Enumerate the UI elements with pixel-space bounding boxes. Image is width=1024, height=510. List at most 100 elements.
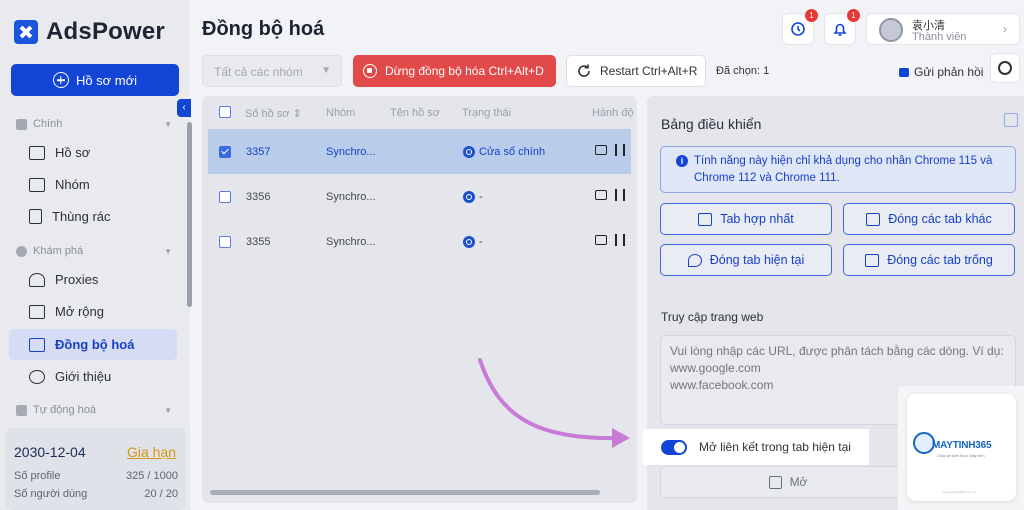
trash-icon: [29, 209, 42, 224]
restart-icon: [578, 64, 590, 77]
sliders-icon[interactable]: [615, 144, 625, 156]
expand-icon[interactable]: [1004, 113, 1018, 127]
profiles-usage-label: Số profile: [14, 470, 61, 482]
notif-badge: 1: [805, 9, 818, 22]
stop-icon: [363, 64, 377, 78]
notifications-button[interactable]: 1: [824, 9, 860, 45]
puzzle-icon: [29, 304, 45, 319]
profile-status: Cửa sổ chính: [463, 146, 545, 158]
sidebar-item-extensions[interactable]: Mở rộng: [9, 296, 177, 327]
user-menu[interactable]: 袁小清 Thành viên ›: [866, 13, 1020, 45]
row-checkbox[interactable]: [219, 236, 231, 248]
close-current-tab-button[interactable]: Đóng tab hiện tại: [660, 244, 832, 276]
settings-button[interactable]: [990, 53, 1020, 83]
feedback-label: Gửi phản hồi: [914, 65, 984, 79]
open-in-current-tab-setting[interactable]: Mở liên kết trong tab hiện tại: [643, 429, 869, 465]
profile-no: 3357: [246, 146, 271, 158]
watermark-brand: MAYTINH365: [932, 440, 992, 451]
section-explore[interactable]: Khám phá ▼: [16, 245, 172, 257]
web-access-label: Truy cập trang web: [661, 310, 764, 324]
update-button[interactable]: 1: [782, 9, 818, 45]
page-title: Đồng bộ hoá: [202, 18, 325, 40]
row-checkbox[interactable]: [219, 146, 231, 158]
sidebar-item-groups[interactable]: Nhóm: [9, 169, 177, 200]
chevron-right-icon: ›: [1003, 22, 1007, 36]
status-text: -: [479, 236, 483, 248]
sidebar-scrollbar[interactable]: [187, 122, 192, 307]
col-name: Tên hồ sơ: [390, 107, 441, 119]
profile-group: Synchro...: [326, 236, 376, 248]
chevron-down-icon: ▼: [164, 246, 172, 256]
row-checkbox[interactable]: [219, 191, 231, 203]
toggle-label: Mở liên kết trong tab hiện tại: [699, 440, 851, 454]
sliders-icon[interactable]: [615, 234, 625, 246]
status-text: -: [479, 191, 483, 203]
profiles-table: Số hồ sơ ⇕ Nhóm Tên hồ sơ Trạng thái Hàn…: [202, 96, 637, 503]
table-row[interactable]: 3356 Synchro... -: [208, 174, 631, 219]
refresh-clock-icon: [791, 22, 805, 36]
user-role: Thành viên: [912, 31, 967, 43]
open-in-current-tab-toggle[interactable]: [661, 439, 687, 455]
profile-group: Synchro...: [326, 146, 376, 158]
plus-circle-icon: [52, 72, 69, 88]
stop-sync-button[interactable]: Dừng đồng bộ hóa Ctrl+Alt+D: [353, 55, 556, 87]
chevron-down-icon: ▼: [321, 65, 331, 76]
new-profile-button[interactable]: Hồ sơ mới: [11, 64, 179, 96]
watermark-tagline: Chia sẻ kiến thức Máy tính: [937, 453, 985, 458]
sidebar-item-referral[interactable]: Giới thiệu: [9, 361, 177, 392]
table-row[interactable]: 3355 Synchro... -: [208, 219, 631, 264]
chat-icon: [899, 67, 909, 77]
open-urls-button[interactable]: Mở: [660, 466, 916, 498]
proxy-icon: [29, 272, 45, 287]
restart-button[interactable]: Restart Ctrl+Alt+R: [566, 55, 706, 87]
collapse-sidebar-button[interactable]: ‹: [177, 99, 191, 117]
col-profile-no[interactable]: Số hồ sơ ⇕: [245, 107, 302, 120]
status-text: Cửa sổ chính: [479, 146, 546, 158]
avatar: [879, 18, 903, 42]
window-icon[interactable]: [595, 145, 607, 155]
sidebar-item-label: Hồ sơ: [55, 145, 91, 160]
sidebar-item-label: Nhóm: [55, 177, 90, 192]
selected-count: Đã chọn: 1: [716, 65, 770, 77]
gear-icon: [998, 61, 1012, 75]
table-header: Số hồ sơ ⇕ Nhóm Tên hồ sơ Trạng thái Hàn…: [202, 96, 637, 128]
feedback-button[interactable]: Gửi phản hồi: [899, 65, 983, 79]
profile-status: -: [463, 191, 483, 203]
chevron-down-icon: ▼: [164, 405, 172, 415]
select-all-checkbox[interactable]: [219, 106, 231, 118]
close-other-tabs-button[interactable]: Đóng các tab khác: [843, 203, 1015, 235]
profile-no: 3355: [246, 236, 271, 248]
section-automation[interactable]: Tự động hoá ▼: [16, 404, 172, 416]
sidebar-item-profiles[interactable]: Hồ sơ: [9, 137, 177, 168]
watermark-logo: MAYTINH365 Chia sẻ kiến thức Máy tính ww…: [907, 394, 1016, 501]
users-usage: Số người dùng 20 / 20: [14, 488, 178, 500]
col-group: Nhóm: [326, 107, 356, 119]
section-main[interactable]: Chính ▼: [16, 118, 172, 130]
sidebar-item-label: Đồng bộ hoá: [55, 337, 135, 352]
profile-list-icon: [29, 145, 45, 160]
sidebar-item-proxies[interactable]: Proxies: [9, 264, 177, 295]
control-panel-title: Bảng điều khiển: [661, 116, 762, 132]
window-icon[interactable]: [595, 190, 607, 200]
group-filter-select[interactable]: Tất cả các nhóm ▼: [202, 55, 342, 87]
info-text: Tính năng này hiện chỉ khả dụng cho nhân…: [694, 155, 993, 184]
empty-tab-icon: [865, 253, 880, 267]
watermark-url: www.maytinh365.com.vn: [943, 490, 977, 494]
merge-tabs-button[interactable]: Tab hợp nhất: [660, 203, 832, 235]
pin-icon: [687, 253, 702, 267]
renew-link[interactable]: Gia hạn: [127, 444, 176, 460]
sidebar-item-sync[interactable]: Đồng bộ hoá: [9, 329, 177, 360]
profiles-usage-value: 325 / 1000: [126, 470, 178, 482]
window-icon[interactable]: [595, 235, 607, 245]
close-empty-tabs-button[interactable]: Đóng các tab trống: [843, 244, 1015, 276]
section-automation-label: Tự động hoá: [33, 404, 97, 416]
app-name: AdsPower: [46, 18, 165, 45]
app-logo: AdsPower: [14, 18, 165, 46]
table-scrollbar[interactable]: [210, 490, 600, 495]
table-row[interactable]: 3357 Synchro... Cửa sổ chính: [208, 129, 631, 174]
col-label: Số hồ sơ: [245, 108, 290, 120]
sidebar-item-trash[interactable]: Thùng rác: [9, 201, 177, 232]
restart-label: Restart Ctrl+Alt+R: [600, 64, 698, 78]
sliders-icon[interactable]: [615, 189, 625, 201]
sidebar-item-label: Giới thiệu: [55, 369, 112, 384]
